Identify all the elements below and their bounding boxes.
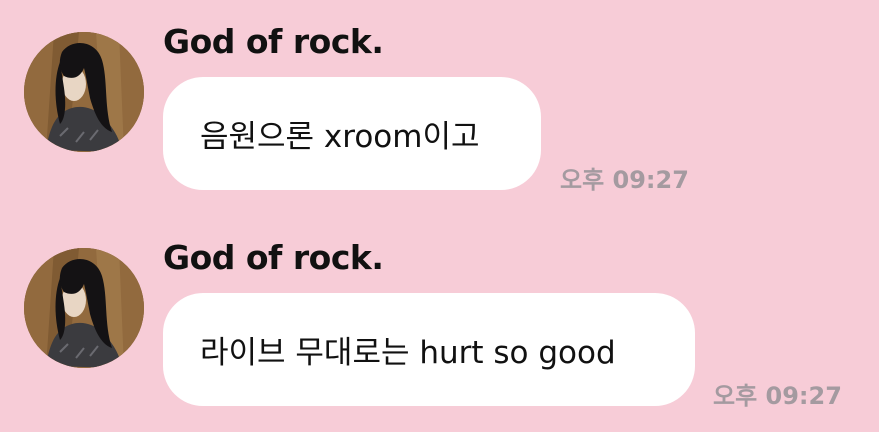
avatar[interactable]: [24, 32, 144, 152]
message-text: 라이브 무대로는 hurt so good: [200, 335, 616, 371]
message-text: 음원으론 xroom이고: [200, 119, 480, 155]
sender-name: God of rock.: [163, 22, 384, 61]
message-row: God of rock. 라이브 무대로는 hurt so good 오후 09…: [0, 216, 879, 416]
message-timestamp: 오후 09:27: [560, 166, 689, 194]
message-timestamp: 오후 09:27: [713, 382, 842, 410]
avatar[interactable]: [24, 248, 144, 368]
profile-photo-icon: [24, 248, 144, 368]
message-row: God of rock. 음원으론 xroom이고 오후 09:27: [0, 0, 879, 200]
profile-photo-icon: [24, 32, 144, 152]
sender-name: God of rock.: [163, 238, 384, 277]
chat-window: God of rock. 음원으론 xroom이고 오후 09:27 God o…: [0, 0, 879, 432]
message-bubble[interactable]: 라이브 무대로는 hurt so good: [163, 293, 695, 406]
message-bubble[interactable]: 음원으론 xroom이고: [163, 77, 541, 190]
